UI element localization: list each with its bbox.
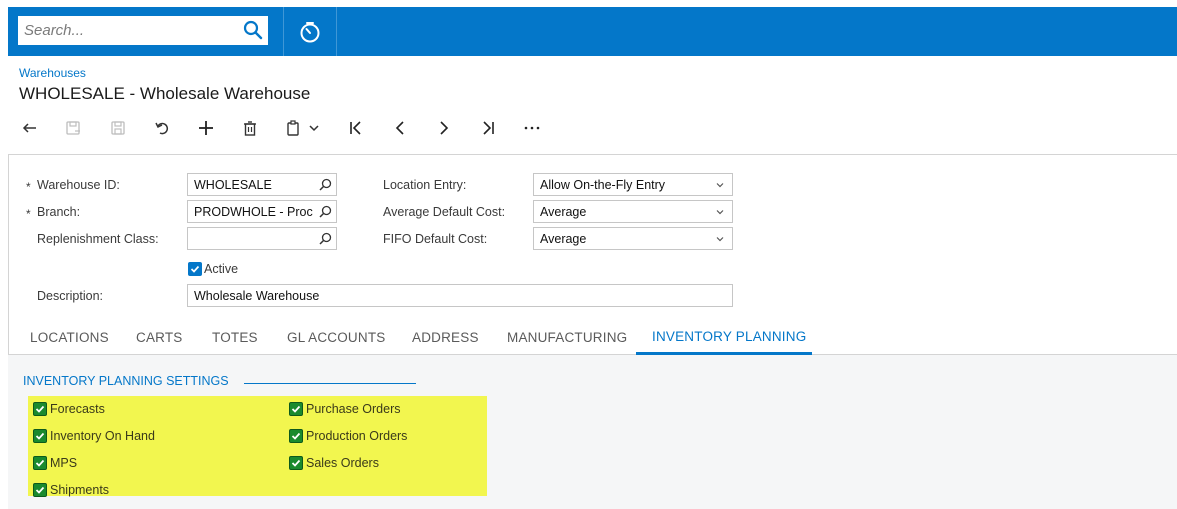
- active-label: Active: [204, 262, 239, 276]
- lookup-icon[interactable]: [319, 205, 332, 218]
- divider: [283, 7, 284, 56]
- tab-totes[interactable]: TOTES: [212, 330, 258, 345]
- divider: [336, 7, 337, 56]
- average-default-cost-select[interactable]: Average: [533, 200, 733, 223]
- active-checkbox[interactable]: [188, 262, 202, 276]
- tab-address[interactable]: ADDRESS: [412, 330, 479, 345]
- tab-gl-accounts[interactable]: GL ACCOUNTS: [287, 330, 385, 345]
- last-record-icon[interactable]: [476, 116, 500, 140]
- tab-manufacturing[interactable]: MANUFACTURING: [507, 330, 627, 345]
- inventory-on-hand-checkbox[interactable]: [33, 429, 47, 443]
- save-close-icon[interactable]: [61, 116, 85, 140]
- cancel-icon[interactable]: [150, 116, 174, 140]
- average-default-cost-value: Average: [540, 205, 587, 219]
- average-default-cost-label: Average Default Cost:: [383, 205, 506, 219]
- mps-checkbox[interactable]: [33, 456, 47, 470]
- purchase-orders-checkbox[interactable]: [289, 402, 303, 416]
- fifo-default-cost-label: FIFO Default Cost:: [383, 232, 488, 246]
- lookup-icon[interactable]: [319, 232, 332, 245]
- forecasts-label: Forecasts: [50, 402, 105, 416]
- warehouse-id-value: WHOLESALE: [194, 178, 272, 192]
- warehouse-id-label: Warehouse ID:: [37, 178, 120, 192]
- warehouse-id-field[interactable]: WHOLESALE: [187, 173, 337, 196]
- branch-field[interactable]: PRODWHOLE - Proc: [187, 200, 337, 223]
- forecasts-checkbox[interactable]: [33, 402, 47, 416]
- replenishment-class-field[interactable]: [187, 227, 337, 250]
- description-label: Description:: [37, 289, 103, 303]
- page-title: WHOLESALE - Wholesale Warehouse: [19, 84, 311, 103]
- first-record-icon[interactable]: [344, 116, 368, 140]
- tab-locations[interactable]: LOCATIONS: [30, 330, 109, 345]
- location-entry-label: Location Entry:: [383, 178, 467, 192]
- required-marker: *: [26, 207, 31, 221]
- chevron-down-icon: [716, 237, 724, 242]
- production-orders-label: Production Orders: [306, 429, 408, 443]
- breadcrumb[interactable]: Warehouses: [19, 66, 86, 80]
- section-divider: [244, 383, 416, 384]
- tab-carts[interactable]: CARTS: [136, 330, 183, 345]
- search-box: [18, 16, 268, 45]
- search-icon[interactable]: [242, 19, 264, 41]
- next-record-icon[interactable]: [432, 116, 456, 140]
- required-marker: *: [26, 180, 31, 194]
- sales-orders-checkbox[interactable]: [289, 456, 303, 470]
- back-icon[interactable]: [18, 116, 42, 140]
- section-title: INVENTORY PLANNING SETTINGS: [23, 374, 229, 388]
- save-icon[interactable]: [106, 116, 130, 140]
- replenishment-class-label: Replenishment Class:: [37, 232, 159, 246]
- copy-paste-icon[interactable]: [282, 116, 306, 140]
- more-icon[interactable]: [520, 116, 544, 140]
- search-input[interactable]: [18, 16, 238, 45]
- sales-orders-label: Sales Orders: [306, 456, 379, 470]
- production-orders-checkbox[interactable]: [289, 429, 303, 443]
- description-value: Wholesale Warehouse: [194, 289, 320, 303]
- chevron-down-icon: [716, 210, 724, 215]
- branch-label: Branch:: [37, 205, 81, 219]
- inventory-on-hand-label: Inventory On Hand: [50, 429, 155, 443]
- description-field[interactable]: Wholesale Warehouse: [187, 284, 733, 307]
- location-entry-value: Allow On-the-Fly Entry: [540, 178, 666, 192]
- lookup-icon[interactable]: [319, 178, 332, 191]
- chevron-down-icon[interactable]: [306, 116, 322, 140]
- delete-icon[interactable]: [238, 116, 262, 140]
- fifo-default-cost-value: Average: [540, 232, 587, 246]
- location-entry-select[interactable]: Allow On-the-Fly Entry: [533, 173, 733, 196]
- fifo-default-cost-select[interactable]: Average: [533, 227, 733, 250]
- chevron-down-icon: [716, 183, 724, 188]
- tab-bar: LOCATIONS CARTS TOTES GL ACCOUNTS ADDRES…: [8, 324, 1177, 355]
- tab-inventory-planning[interactable]: INVENTORY PLANNING: [652, 329, 806, 344]
- purchase-orders-label: Purchase Orders: [306, 402, 401, 416]
- add-icon[interactable]: [194, 116, 218, 140]
- shipments-label: Shipments: [50, 483, 110, 497]
- mps-label: MPS: [50, 456, 78, 470]
- recent-history-icon[interactable]: [298, 20, 322, 44]
- branch-value: PRODWHOLE - Proc: [194, 205, 313, 219]
- top-bar: [8, 7, 1177, 56]
- previous-record-icon[interactable]: [388, 116, 412, 140]
- shipments-checkbox[interactable]: [33, 483, 47, 497]
